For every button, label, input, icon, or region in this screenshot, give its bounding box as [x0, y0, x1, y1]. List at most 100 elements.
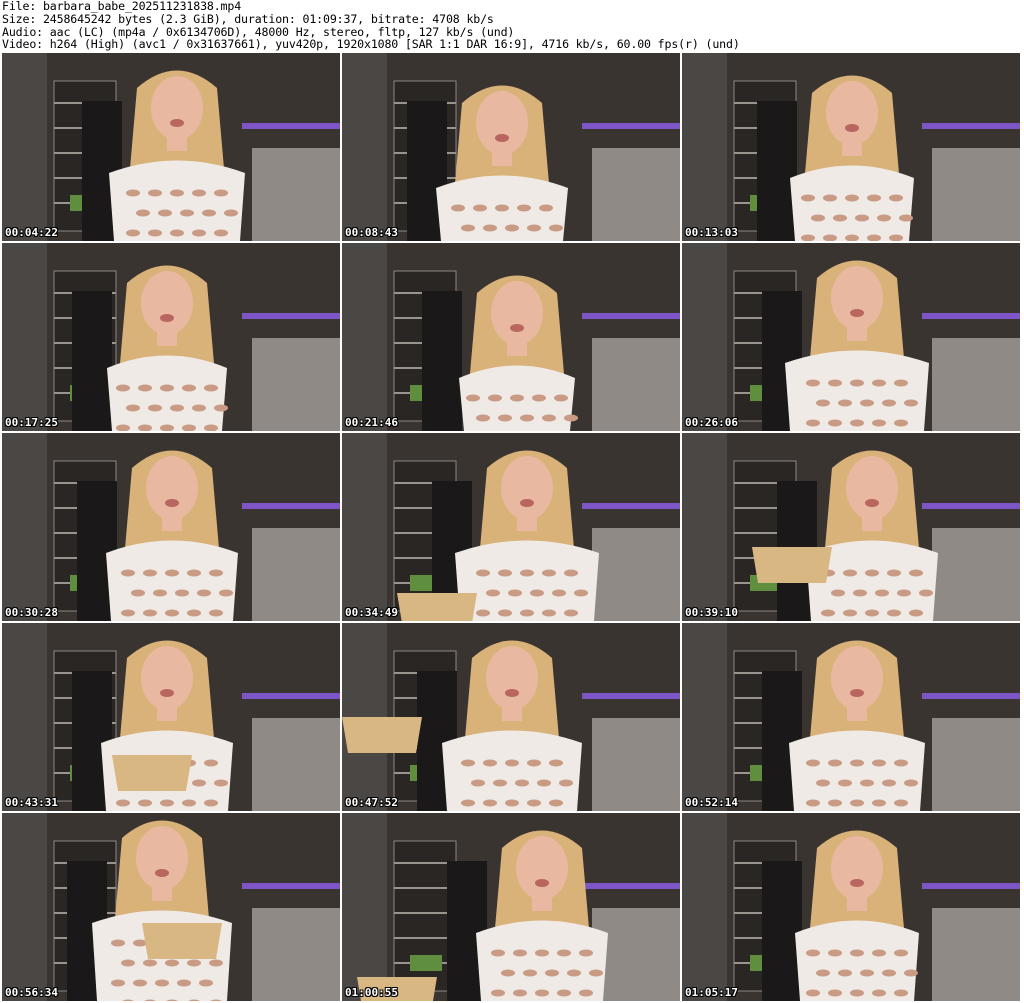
- green-box: [410, 955, 442, 971]
- frame-image: [2, 623, 340, 811]
- frame-image: [682, 433, 1020, 621]
- frame-timestamp: 00:04:22: [5, 226, 58, 239]
- shirt-cutout: [143, 959, 157, 967]
- led-strip: [242, 883, 340, 889]
- video-frame-thumbnail: 00:13:03: [682, 53, 1020, 241]
- shirt-cutout: [557, 949, 571, 957]
- shirt-cutout: [175, 589, 189, 597]
- curtain: [342, 53, 387, 241]
- shirt-cutout: [520, 414, 534, 422]
- shirt-cutout: [133, 939, 147, 947]
- shirt-cutout: [138, 384, 152, 392]
- shirt-cutout: [904, 969, 918, 977]
- shirt: [789, 730, 925, 811]
- food-bowl: [112, 755, 192, 791]
- shirt-cutout: [187, 569, 201, 577]
- shirt-cutout: [904, 399, 918, 407]
- bed: [932, 338, 1020, 431]
- curtain: [682, 433, 727, 621]
- shirt-cutout: [483, 759, 497, 767]
- frame-timestamp: 00:34:49: [345, 606, 398, 619]
- shirt-cutout: [451, 204, 465, 212]
- shirt-cutout: [153, 589, 167, 597]
- led-strip: [922, 313, 1020, 319]
- shirt-cutout: [833, 214, 847, 222]
- shirt-cutout: [498, 569, 512, 577]
- frame-timestamp: 00:56:34: [5, 986, 58, 999]
- shirt-cutout: [204, 799, 218, 807]
- shirt-cutout: [209, 959, 223, 967]
- bed: [932, 148, 1020, 241]
- shirt-cutout: [875, 589, 889, 597]
- video-frame-thumbnail: 01:00:55: [342, 813, 680, 1001]
- curtain: [682, 53, 727, 241]
- shirt-cutout: [574, 589, 588, 597]
- frame-image: [342, 623, 680, 811]
- shirt-cutout: [530, 589, 544, 597]
- face: [501, 456, 553, 520]
- frame-image: [2, 813, 340, 1001]
- bed: [592, 528, 680, 621]
- shirt-cutout: [557, 989, 571, 997]
- shirt-cutout: [821, 609, 835, 617]
- shirt-cutout: [155, 979, 169, 987]
- shirt-cutout: [143, 609, 157, 617]
- shirt-cutout: [491, 949, 505, 957]
- face: [141, 646, 193, 710]
- shirt-cutout: [505, 759, 519, 767]
- led-strip: [582, 883, 680, 889]
- shirt-cutout: [872, 949, 886, 957]
- video-frame-thumbnail: 00:39:10: [682, 433, 1020, 621]
- frame-image: [2, 53, 340, 241]
- shirt-cutout: [855, 214, 869, 222]
- face: [476, 91, 528, 155]
- shirt-cutout: [136, 209, 150, 217]
- shirt-cutout: [214, 404, 228, 412]
- shirt-cutout: [170, 229, 184, 237]
- shirt-cutout: [192, 189, 206, 197]
- video-frame-thumbnail: 00:26:06: [682, 243, 1020, 431]
- shirt-cutout: [180, 209, 194, 217]
- video-frame-thumbnail: 01:05:17: [682, 813, 1020, 1001]
- file-size-line: Size: 2458645242 bytes (2.3 GiB), durati…: [2, 11, 494, 26]
- shirt-cutout: [165, 609, 179, 617]
- video-frame-thumbnail: 00:08:43: [342, 53, 680, 241]
- shirt-cutout: [894, 949, 908, 957]
- lips: [160, 689, 174, 697]
- video-frame-thumbnail: 00:04:22: [2, 53, 340, 241]
- food-bowl: [142, 923, 222, 959]
- frame-image: [2, 433, 340, 621]
- shirt: [107, 355, 227, 431]
- shirt-cutout: [170, 404, 184, 412]
- led-strip: [582, 313, 680, 319]
- shirt-cutout: [513, 989, 527, 997]
- shirt-cutout: [838, 779, 852, 787]
- shirt-cutout: [806, 799, 820, 807]
- video-frame-thumbnail: 00:43:31: [2, 623, 340, 811]
- shirt-cutout: [564, 414, 578, 422]
- shirt-cutout: [121, 609, 135, 617]
- shirt-cutout: [192, 229, 206, 237]
- shirt-cutout: [564, 609, 578, 617]
- shirt-cutout: [860, 399, 874, 407]
- food-bowl: [397, 593, 477, 621]
- face: [831, 646, 883, 710]
- gaming-chair: [762, 861, 802, 1001]
- shirt-cutout: [158, 209, 172, 217]
- shirt-cutout: [121, 959, 135, 967]
- curtain: [2, 623, 47, 811]
- shirt-cutout: [542, 414, 556, 422]
- shirt-cutout: [209, 609, 223, 617]
- frame-image: [342, 53, 680, 241]
- shirt-cutout: [904, 779, 918, 787]
- shirt-cutout: [549, 224, 563, 232]
- shirt-cutout: [549, 799, 563, 807]
- shirt-cutout: [552, 589, 566, 597]
- video-frame-thumbnail: 00:52:14: [682, 623, 1020, 811]
- shirt-cutout: [828, 949, 842, 957]
- file-name-line: File: barbara_babe_202511231838.mp4: [2, 0, 242, 13]
- shirt-cutout: [882, 779, 896, 787]
- shirt-cutout: [887, 609, 901, 617]
- shirt-cutout: [894, 989, 908, 997]
- shirt-cutout: [160, 799, 174, 807]
